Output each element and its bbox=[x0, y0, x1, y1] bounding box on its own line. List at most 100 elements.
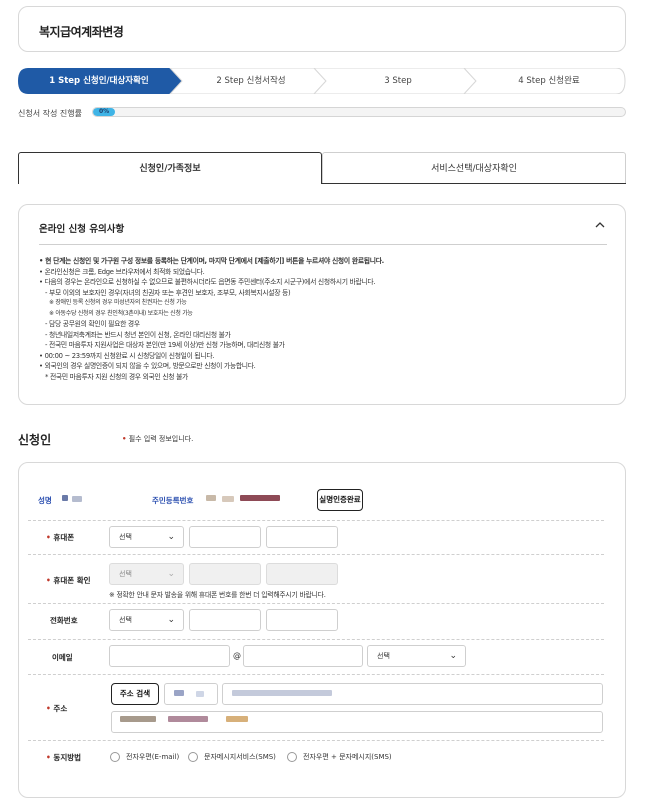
notice-body: • 현 단계는 신청인 및 가구원 구성 정보를 등록하는 단계이며, 마지막 … bbox=[39, 256, 611, 382]
notice-line: • 다음의 경우는 온라인으로 신청하실 수 없으므로 불편하시더라도 읍면동 … bbox=[39, 278, 376, 286]
progress-value: 0% bbox=[99, 108, 110, 115]
mobile-middle-input[interactable] bbox=[189, 526, 261, 548]
address-search-button[interactable]: 주소 검색 bbox=[111, 683, 159, 705]
consent-label-text: 동지방법 bbox=[53, 753, 82, 762]
notice-line: • 00:00 ~ 23:59까지 신청완료 시 신청당일이 신청일이 됩니다. bbox=[39, 351, 215, 360]
row-divider bbox=[28, 554, 604, 555]
progress-bar: 0% bbox=[92, 107, 626, 117]
row-divider bbox=[28, 740, 604, 741]
notice-line: ※ 아동수당 신청의 경우 친인척(3촌이내) 보호자는 신청 가능 bbox=[49, 309, 193, 317]
page-title: 복지급여계좌변경 bbox=[39, 25, 124, 39]
address-detail-masked bbox=[226, 716, 248, 722]
required-note-text: 필수 입력 정보입니다. bbox=[128, 435, 194, 443]
consent-radio-both[interactable] bbox=[287, 752, 297, 762]
mobile-confirm-note: ※ 정확한 안내 문자 발송을 위해 휴대폰 번호를 한번 더 입력해주시기 바… bbox=[109, 591, 326, 599]
mobile-confirm-prefix-value: 선택 bbox=[119, 570, 132, 578]
consent-radio-email[interactable] bbox=[110, 752, 120, 762]
step-indicator: 1 Step 신청인/대상자확인 2 Step 신청서작성 3 Step 4 S… bbox=[18, 68, 626, 94]
notice-panel: 온라인 신청 유의사항 • 현 단계는 신청인 및 가구원 구성 정보를 등록하… bbox=[18, 204, 626, 405]
row-divider bbox=[28, 520, 604, 521]
phone-label: 전화번호 bbox=[50, 616, 78, 625]
notice-line: ※ 장애인 등록 신청의 경우 미성년자의 친권자는 신청 가능 bbox=[49, 299, 187, 306]
rrn-value-masked bbox=[222, 496, 234, 502]
email-domain-input[interactable] bbox=[243, 645, 363, 667]
step-3: 3 Step bbox=[384, 76, 412, 86]
phone-last-input[interactable] bbox=[266, 609, 338, 631]
mobile-prefix-select[interactable]: 선택 ⌄ bbox=[109, 526, 184, 548]
mobile-confirm-middle-input[interactable] bbox=[189, 563, 261, 585]
address-label-text: 주소 bbox=[53, 704, 68, 713]
page-title-box: 복지급여계좌변경 bbox=[18, 6, 626, 52]
postcode-masked bbox=[174, 690, 184, 696]
mobile-confirm-prefix-select[interactable]: 선택 ⌄ bbox=[109, 563, 184, 585]
step-2: 2 Step 신청서작성 bbox=[216, 76, 286, 86]
row-divider bbox=[28, 674, 604, 675]
notice-line: - 청년내일저축계좌는 반드시 청년 본인이 신청, 온라인 대리신청 불가 bbox=[45, 330, 231, 339]
required-dot: • bbox=[46, 576, 51, 585]
step-4: 4 Step 신청완료 bbox=[518, 76, 580, 86]
address-detail-masked bbox=[120, 716, 156, 722]
name-value-masked bbox=[72, 496, 82, 502]
phone-prefix-select[interactable]: 선택 ⌄ bbox=[109, 609, 184, 631]
mobile-label: • 휴대폰 bbox=[46, 532, 74, 543]
chevron-down-icon: ⌄ bbox=[167, 615, 175, 625]
notice-line: • 외국인의 경우 실명인증이 되지 않을 수 있으며, 방문으로만 신청이 가… bbox=[39, 362, 256, 370]
address-main-masked bbox=[232, 690, 332, 696]
mobile-confirm-label-text: 휴대폰 확인 bbox=[53, 576, 91, 585]
mobile-confirm-last-input[interactable] bbox=[266, 563, 338, 585]
tab-service-target[interactable]: 서비스선택/대상자확인 bbox=[322, 152, 626, 184]
required-dot: • bbox=[46, 704, 51, 713]
step-1: 1 Step 신청인/대상자확인 bbox=[49, 76, 149, 86]
row-divider bbox=[28, 603, 604, 604]
email-at-sign: @ bbox=[233, 651, 241, 660]
email-domain-select[interactable]: 선택 ⌄ bbox=[367, 645, 466, 667]
consent-radio-sms[interactable] bbox=[188, 752, 198, 762]
mobile-prefix-value: 선택 bbox=[119, 533, 132, 541]
name-value-masked bbox=[62, 495, 68, 501]
notice-divider bbox=[39, 244, 607, 245]
required-dot: • bbox=[46, 753, 51, 762]
auth-complete-button[interactable]: 실명인증완료 bbox=[317, 489, 363, 511]
notice-line: - 부모 이외의 보호자인 경우(자녀의 친권자 또는 후견인 보호자, 조부모… bbox=[45, 288, 291, 297]
chevron-down-icon: ⌄ bbox=[449, 651, 457, 661]
notice-title: 온라인 신청 유의사항 bbox=[39, 224, 125, 235]
tab-applicant-family[interactable]: 신청인/가족정보 bbox=[18, 152, 322, 184]
consent-option-sms: 문자메시지서비스(SMS) bbox=[204, 753, 276, 761]
mobile-label-text: 휴대폰 bbox=[53, 533, 75, 542]
chevron-down-icon: ⌄ bbox=[167, 569, 175, 579]
notice-line: - 담당 공무원의 확인이 필요한 경우 bbox=[45, 320, 140, 328]
address-detail-masked bbox=[168, 716, 208, 722]
chevron-down-icon: ⌄ bbox=[167, 532, 175, 542]
mobile-confirm-label: • 휴대폰 확인 bbox=[46, 575, 91, 586]
notice-line: - 전국민 마음투자 지원사업은 대상자 본인(만 19세 이상)만 신청 가능… bbox=[45, 341, 285, 349]
chevron-up-icon[interactable] bbox=[595, 221, 605, 232]
tab-bar: 신청인/가족정보 서비스선택/대상자확인 bbox=[18, 152, 626, 184]
mobile-last-input[interactable] bbox=[266, 526, 338, 548]
tab-underline bbox=[322, 183, 626, 184]
address-detail-input[interactable] bbox=[111, 711, 603, 733]
phone-middle-input[interactable] bbox=[189, 609, 261, 631]
email-domain-value: 선택 bbox=[377, 652, 390, 660]
section-title: 신청인 bbox=[18, 433, 52, 447]
notice-line: • 현 단계는 신청인 및 가구원 구성 정보를 등록하는 단계이며, 마지막 … bbox=[39, 257, 384, 265]
required-dot: • bbox=[46, 533, 51, 542]
required-note: • 필수 입력 정보입니다. bbox=[122, 434, 193, 444]
consent-label: • 동지방법 bbox=[46, 752, 81, 763]
notice-line: * 전국민 마음투자 지원 신청의 경우 외국인 신청 불가 bbox=[45, 372, 188, 381]
postcode-input[interactable] bbox=[164, 683, 218, 705]
rrn-value-masked bbox=[206, 495, 216, 501]
progress-label: 신청서 작성 진행률 bbox=[18, 109, 82, 118]
email-label: 이메일 bbox=[52, 653, 73, 662]
consent-option-both: 전자우편 + 문자메시지(SMS) bbox=[303, 753, 392, 761]
rrn-value-masked bbox=[240, 495, 280, 501]
name-label: 성명 bbox=[38, 496, 52, 505]
notice-line: • 온라인신청은 크롬, Edge 브라우저에서 최적화 되었습니다. bbox=[39, 267, 205, 276]
phone-prefix-value: 선택 bbox=[119, 616, 132, 624]
required-dot: • bbox=[122, 435, 127, 443]
consent-option-email: 전자우편(E-mail) bbox=[126, 753, 180, 761]
address-label: • 주소 bbox=[46, 703, 67, 714]
email-id-input[interactable] bbox=[109, 645, 230, 667]
postcode-masked bbox=[196, 691, 204, 697]
rrn-label: 주민등록번호 bbox=[152, 496, 194, 505]
row-divider bbox=[28, 639, 604, 640]
